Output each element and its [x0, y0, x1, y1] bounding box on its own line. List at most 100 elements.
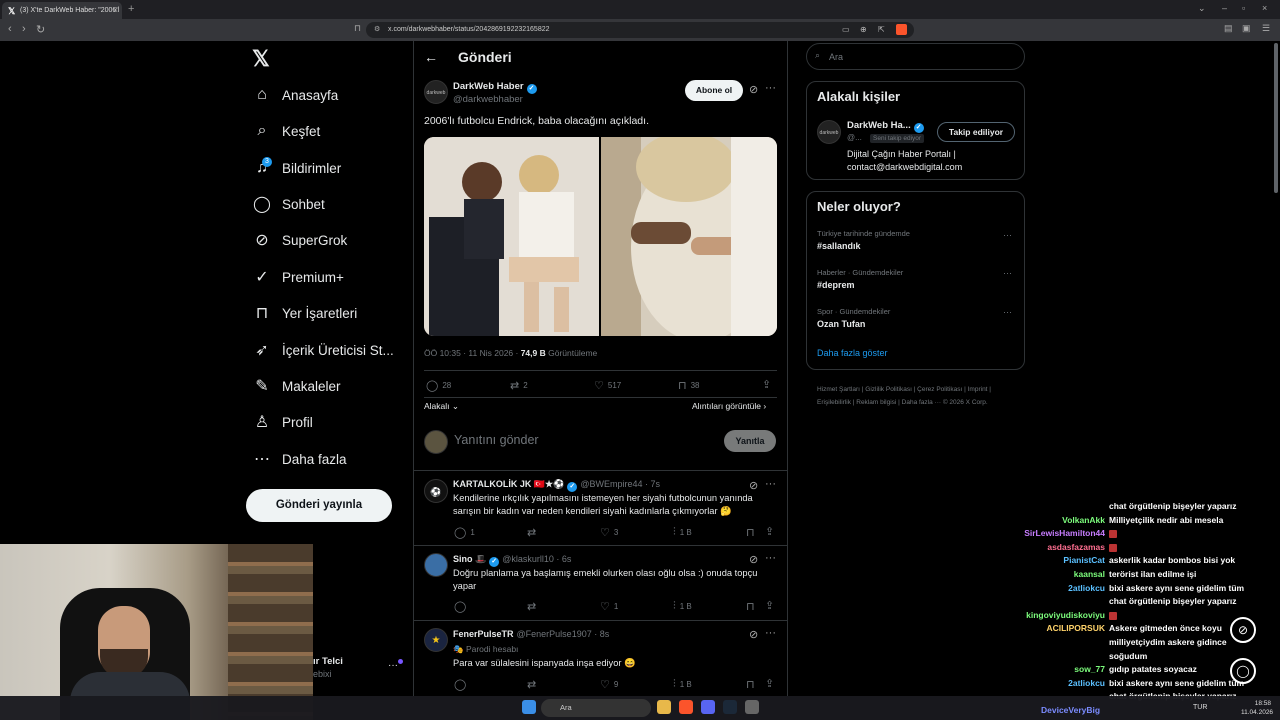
reply-author[interactable]: Sino 🎩 ✓ @klaskurll10 · 6s [453, 554, 571, 567]
repost-action[interactable]: ⇄ 2 [510, 379, 528, 392]
repost-action[interactable]: ⇄ [527, 526, 540, 539]
author-handle[interactable]: @darkwebhaber [453, 94, 523, 105]
footer-links[interactable]: Hizmet Şartları | Gizlilik Politikası | … [817, 383, 1017, 409]
discord-icon[interactable] [701, 700, 715, 714]
share-action[interactable]: ⇪ [765, 525, 778, 538]
nav-chat[interactable]: ◯ Sohbet [252, 189, 325, 219]
search-input[interactable]: Ara [806, 43, 1025, 70]
bookmark-action[interactable]: ⊓ [746, 600, 759, 613]
site-info-icon[interactable]: ⚙ [374, 25, 380, 33]
grok-icon[interactable]: ⊘ [749, 628, 758, 641]
more-icon[interactable]: ··· [1003, 268, 1012, 278]
trend-name[interactable]: #sallandık [817, 241, 861, 251]
like-action[interactable]: ♡ 9 [600, 678, 618, 691]
grok-icon[interactable]: ⊘ [749, 83, 758, 96]
brave-icon[interactable] [679, 700, 693, 714]
nav-more[interactable]: ⋯ Daha fazla [252, 444, 347, 474]
nav-explore[interactable]: ⌕ Keşfet [252, 116, 321, 146]
screen-icon[interactable]: ▭ [842, 25, 850, 34]
post-button[interactable]: Gönderi yayınla [246, 489, 392, 522]
zoom-icon[interactable]: ⊕ [860, 25, 867, 34]
trend-name[interactable]: Ozan Tufan [817, 319, 865, 329]
avatar[interactable]: ★ [424, 628, 448, 652]
nav-profile[interactable]: ♙ Profil [252, 407, 313, 437]
bookmark-action[interactable]: ⊓ [746, 678, 759, 691]
repost-action[interactable]: ⇄ [527, 600, 540, 613]
nav-creator-studio[interactable]: ➶ İçerik Üreticisi St... [252, 335, 393, 365]
views-action[interactable]: ⫶ 1 B [673, 600, 692, 613]
tab-search-icon[interactable]: ⌄ [1198, 3, 1206, 14]
related-name[interactable]: DarkWeb Ha... ✓ [847, 120, 924, 133]
reply-action[interactable]: ◯ 1 [454, 526, 475, 539]
show-more-link[interactable]: Daha fazla göster [817, 348, 888, 358]
avatar[interactable]: darkweb [817, 120, 841, 144]
nav-articles[interactable]: ✎ Makaleler [252, 371, 340, 401]
nav-home[interactable]: ⌂ Anasayfa [252, 80, 338, 110]
wallet-icon[interactable]: ▣ [1242, 23, 1251, 34]
reply-author[interactable]: KARTALKOLİK JK 🇹🇷★⚽ ✓ @BWEmpire44 · 7s [453, 479, 660, 492]
following-button[interactable]: Takip ediliyor [937, 122, 1015, 142]
like-action[interactable]: ♡ 1 [600, 600, 618, 613]
views-action[interactable]: ⫶ 1 B [673, 678, 692, 691]
file-explorer-icon[interactable] [657, 700, 671, 714]
sidebar-icon[interactable]: ▤ [1224, 23, 1233, 34]
menu-icon[interactable]: ☰ [1262, 23, 1270, 34]
share-action[interactable]: ⇪ [762, 378, 775, 391]
url-field[interactable]: ⚙ x.com/darkwebhaber/status/204286919223… [366, 22, 914, 38]
bookmark-page-icon[interactable]: ⊓ [354, 23, 361, 34]
share-action[interactable]: ⇪ [765, 599, 778, 612]
nav-bookmarks[interactable]: ⊓ Yer İşaretleri [252, 298, 358, 328]
grok-icon[interactable]: ⊘ [749, 553, 758, 566]
subscribe-button[interactable]: Abone ol [685, 80, 743, 101]
tweet-image-right[interactable] [601, 137, 777, 336]
view-quotes-link[interactable]: Alıntıları görüntüle › [692, 401, 766, 411]
windows-start-icon[interactable] [522, 700, 536, 714]
x-logo-icon[interactable]: 𝕏 [252, 48, 274, 70]
reply-author[interactable]: FenerPulseTR @FenerPulse1907 · 8s [453, 629, 609, 639]
more-icon[interactable]: ··· [1003, 307, 1012, 317]
share-action[interactable]: ⇪ [765, 677, 778, 690]
steam-icon[interactable] [723, 700, 737, 714]
chat-bubble-icon[interactable]: ◯ [1230, 658, 1256, 684]
grok-icon[interactable]: ⊘ [1230, 617, 1256, 643]
grok-icon[interactable]: ⊘ [749, 479, 758, 492]
reply-action[interactable]: ◯ [454, 600, 470, 613]
taskbar-search[interactable]: Ara [541, 699, 651, 717]
back-icon[interactable]: ‹ [8, 23, 12, 35]
reply-input[interactable]: Yanıtını gönder [454, 433, 539, 447]
back-arrow-icon[interactable]: ← [424, 49, 438, 65]
scrollbar[interactable] [1274, 43, 1278, 193]
maximize-icon[interactable]: ▫ [1242, 3, 1245, 13]
more-icon[interactable]: ··· [765, 478, 776, 490]
like-action[interactable]: ♡ 3 [600, 526, 618, 539]
more-icon[interactable]: ··· [765, 627, 776, 639]
avatar[interactable]: ⚽ [424, 479, 448, 503]
nav-premium[interactable]: ✓ Premium+ [252, 262, 344, 292]
repost-action[interactable]: ⇄ [527, 678, 540, 691]
language-indicator[interactable]: TUR [1193, 704, 1207, 711]
reply-action[interactable]: ◯ [454, 678, 470, 691]
bookmark-action[interactable]: ⊓ 38 [678, 379, 700, 392]
forward-icon[interactable]: › [22, 23, 26, 35]
share-icon[interactable]: ⇱ [878, 25, 885, 34]
close-icon[interactable]: × [113, 5, 118, 15]
tweet-image-left[interactable] [424, 137, 599, 336]
reply-button[interactable]: Yanıtla [724, 430, 776, 452]
avatar[interactable]: darkweb [424, 80, 448, 104]
reload-icon[interactable]: ↻ [36, 23, 45, 36]
tweet-time[interactable]: ÖÖ 10:35 · 11 Nis 2026 · [424, 348, 521, 358]
new-tab-icon[interactable]: + [128, 3, 134, 15]
views-action[interactable]: ⫶ 1 B [673, 526, 692, 539]
author-name[interactable]: DarkWeb Haber ✓ [453, 81, 537, 94]
nav-supergrok[interactable]: ⊘ SuperGrok [252, 225, 347, 255]
like-action[interactable]: ♡ 517 [594, 379, 621, 392]
clock[interactable]: 18:58 11.04.2026 [1241, 699, 1273, 717]
account-name[interactable]: ır Telci [313, 656, 343, 667]
more-icon[interactable]: ··· [765, 82, 776, 94]
bookmark-action[interactable]: ⊓ [746, 526, 759, 539]
browser-tab[interactable]: 𝕏 (3) X'te DarkWeb Haber: "2006'l × [2, 2, 122, 19]
sort-dropdown[interactable]: Alakalı ⌄ [424, 401, 459, 412]
minimize-icon[interactable]: – [1222, 3, 1227, 13]
more-icon[interactable]: ··· [1003, 230, 1012, 240]
reply-action[interactable]: ◯ 28 [426, 379, 451, 392]
